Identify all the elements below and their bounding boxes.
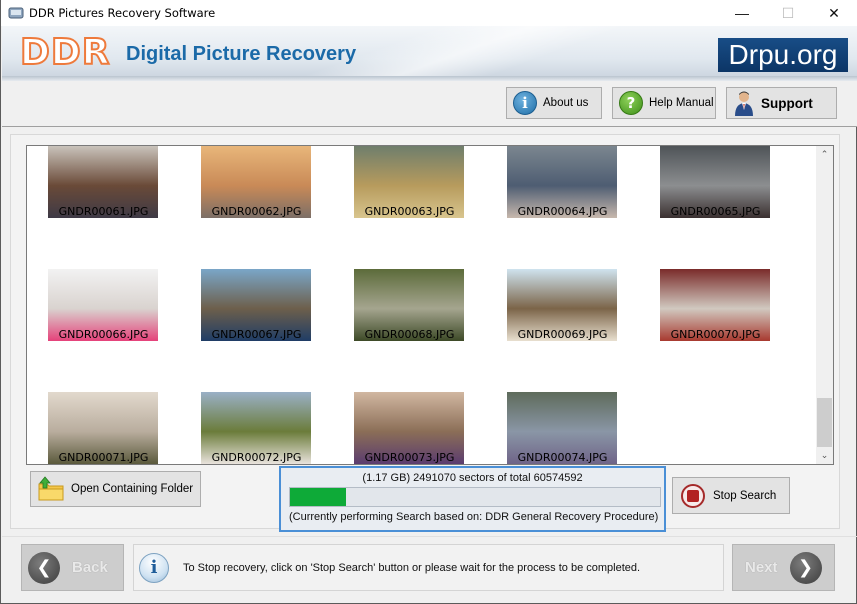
maximize-button[interactable]: ☐ [765,0,811,26]
scroll-up-button[interactable]: ⌃ [816,146,833,163]
stop-search-button[interactable]: Stop Search [672,477,790,514]
photo-thumbnail-item[interactable]: GNDR00069.JPG [486,249,639,372]
help-manual-button[interactable]: ? Help Manual [612,87,716,119]
photo-thumbnail-item[interactable]: GNDR00061.JPG [27,146,180,249]
scrollbar-thumb[interactable] [817,398,832,447]
info-icon: i [513,91,537,115]
photo-thumbnail-item[interactable]: GNDR00073.JPG [333,372,486,464]
next-button[interactable]: Next ❯ [732,544,835,591]
photo-filename: GNDR00071.JPG [58,451,149,464]
progress-bar-fill [290,488,346,506]
photo-filename: GNDR00074.JPG [517,451,608,464]
photo-filename: GNDR00072.JPG [211,451,302,464]
support-person-icon [735,91,753,116]
photo-thumbnail-item[interactable]: GNDR00072.JPG [180,372,333,464]
about-us-label: About us [543,97,589,109]
photo-filename: GNDR00073.JPG [364,451,455,464]
minimize-button[interactable]: — [719,0,765,26]
photo-thumbnail-item[interactable]: GNDR00070.JPG [639,249,792,372]
photo-filename: GNDR00068.JPG [364,328,455,341]
vertical-scrollbar[interactable]: ⌃ ⌄ [816,146,833,464]
back-label: Back [72,559,108,576]
progress-bar [289,487,661,507]
photo-thumbnail-item[interactable]: GNDR00068.JPG [333,249,486,372]
photo-thumbnail-item[interactable]: GNDR00064.JPG [486,146,639,249]
photo-thumbnail-item[interactable]: GNDR00063.JPG [333,146,486,249]
info-icon: i [139,552,169,583]
photo-filename: GNDR00061.JPG [58,205,149,218]
toolbar: i About us ? Help Manual Support [2,81,857,127]
support-button[interactable]: Support [726,87,837,119]
info-message: To Stop recovery, click on 'Stop Search'… [183,561,641,574]
product-title: Digital Picture Recovery [126,43,357,65]
help-manual-label: Help Manual [649,97,714,109]
footer-divider [2,536,857,537]
ddr-logo: DDR [19,31,111,74]
open-containing-folder-button[interactable]: Open Containing Folder [30,471,201,507]
photo-thumbnail-item[interactable]: GNDR00067.JPG [180,249,333,372]
progress-status-text: (1.17 GB) 2491070 sectors of total 60574… [362,472,583,484]
close-button[interactable]: ✕ [811,0,857,26]
folder-open-icon [38,476,64,501]
stop-search-label: Stop Search [713,489,777,502]
photo-thumbnail-item[interactable]: GNDR00071.JPG [27,372,180,464]
chevron-right-icon: ❯ [789,551,822,584]
photo-thumbnail-item[interactable]: GNDR00065.JPG [639,146,792,249]
chevron-left-icon: ❮ [28,551,60,584]
photo-filename: GNDR00067.JPG [211,328,302,341]
photo-filename: GNDR00063.JPG [364,205,455,218]
photo-filename: GNDR00064.JPG [517,205,608,218]
photo-filename: GNDR00062.JPG [211,205,302,218]
photo-filename: GNDR00065.JPG [670,205,761,218]
progress-description: (Currently performing Search based on: D… [289,511,659,523]
app-icon [8,7,24,19]
window-title: DDR Pictures Recovery Software [29,6,216,20]
info-message-bar: i To Stop recovery, click on 'Stop Searc… [133,544,724,591]
photo-filename: GNDR00070.JPG [670,328,761,341]
brand-badge[interactable]: Drpu.org [718,38,848,72]
header-banner: DDR Digital Picture Recovery Drpu.org [2,26,857,80]
about-us-button[interactable]: i About us [506,87,602,119]
photo-filename: GNDR00069.JPG [517,328,608,341]
photo-filename: GNDR00066.JPG [58,328,149,341]
scroll-down-button[interactable]: ⌄ [816,447,833,464]
support-label: Support [761,95,813,111]
photo-thumbnail-item[interactable]: GNDR00066.JPG [27,249,180,372]
back-button[interactable]: ❮ Back [21,544,124,591]
question-icon: ? [619,91,643,115]
stop-icon [681,483,705,508]
next-label: Next [745,559,778,576]
search-progress-panel: (1.17 GB) 2491070 sectors of total 60574… [279,466,666,532]
photo-thumbnail-item[interactable]: GNDR00074.JPG [486,372,639,464]
recovered-photos-gallery[interactable]: GNDR00061.JPG GNDR00062.JPG GNDR00063.JPG G… [26,145,834,465]
app-window: DDR Pictures Recovery Software — ☐ ✕ DDR… [0,0,857,604]
open-folder-label: Open Containing Folder [71,483,194,495]
photo-thumbnail-item[interactable]: GNDR00062.JPG [180,146,333,249]
title-bar: DDR Pictures Recovery Software — ☐ ✕ [1,0,857,26]
